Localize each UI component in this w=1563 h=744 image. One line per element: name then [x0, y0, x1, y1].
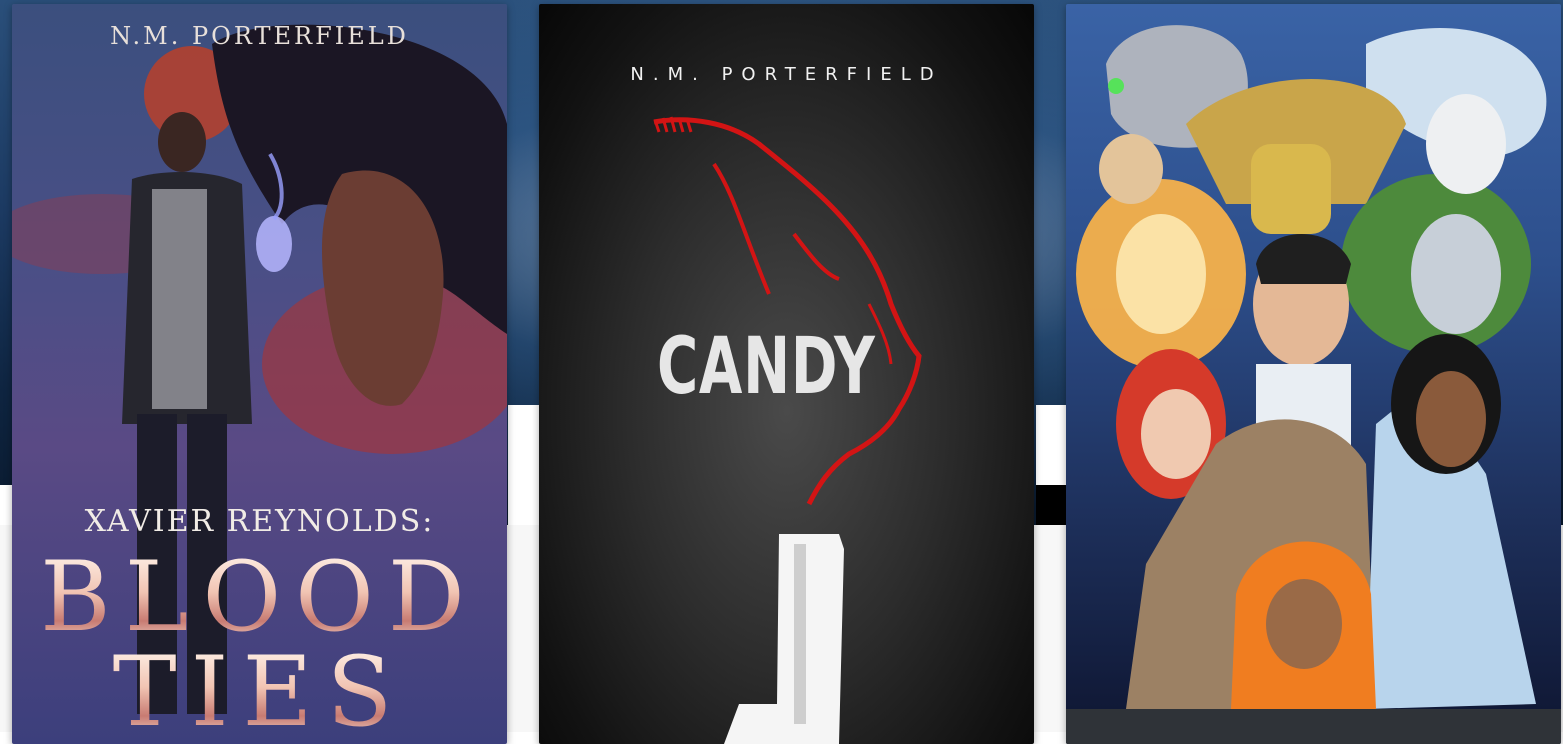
- book-cover-image: [1066, 4, 1561, 744]
- book-author: N.M. PORTERFIELD: [110, 22, 409, 50]
- cover-footer-bar: [1066, 709, 1561, 744]
- book-card-candy[interactable]: N.M. PORTERFIELD CANDY: [539, 4, 1034, 744]
- book-author: N.M. PORTERFIELD: [630, 64, 943, 85]
- gap-shadow: [1036, 485, 1066, 525]
- book-title-line1: BLOOD: [12, 549, 507, 645]
- book-title-line2: TIES: [12, 644, 507, 740]
- book-card-blood-ties[interactable]: N.M. PORTERFIELD XAVIER REYNOLDS: BLOOD …: [12, 4, 507, 744]
- hero-edge: [0, 485, 12, 525]
- cover-illustration: [1076, 25, 1547, 709]
- book-subtitle: XAVIER REYNOLDS:: [84, 504, 435, 539]
- book-title: CANDY: [657, 322, 876, 412]
- book-card-ensemble[interactable]: [1066, 4, 1561, 744]
- gap-panel: [508, 405, 540, 525]
